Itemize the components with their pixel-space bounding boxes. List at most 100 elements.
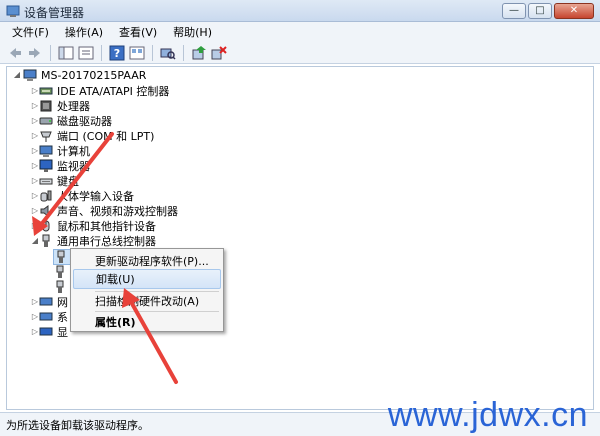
speaker-icon bbox=[40, 205, 49, 217]
expand-arrow-icon[interactable]: ▷ bbox=[31, 192, 39, 200]
help-icon: ? bbox=[109, 45, 125, 60]
tree-root-label: MS-20170215PAAR bbox=[41, 68, 147, 82]
title-bar: 设备管理器 — □ ✕ bbox=[0, 0, 600, 22]
menu-help[interactable]: 帮助(H) bbox=[165, 24, 220, 40]
device-tree[interactable]: ◢ MS-20170215PAAR ▷ IDE ATA/ATAPI 控制器 ▷ … bbox=[6, 66, 594, 410]
tree-item-label: 磁盘驱动器 bbox=[57, 115, 112, 128]
menu-item-scan-hardware[interactable]: 扫描检测硬件改动(A) bbox=[73, 291, 221, 311]
expand-arrow-icon[interactable]: ▷ bbox=[31, 313, 39, 321]
tree-item-ports[interactable]: 端口 (COM 和 LPT) bbox=[39, 128, 154, 144]
menu-item-properties[interactable]: 属性(R) bbox=[73, 312, 221, 332]
menu-item-uninstall[interactable]: 卸载(U) bbox=[73, 269, 221, 289]
network-icon bbox=[39, 297, 53, 306]
tree-item-ide[interactable]: IDE ATA/ATAPI 控制器 bbox=[39, 83, 169, 99]
menu-bar: 文件(F) 操作(A) 查看(V) 帮助(H) bbox=[0, 22, 600, 42]
tree-item-label: 人体学输入设备 bbox=[57, 190, 134, 203]
close-button[interactable]: ✕ bbox=[554, 3, 594, 19]
keyboard-icon bbox=[39, 178, 53, 185]
device-manager-icon bbox=[6, 5, 20, 17]
expand-arrow-icon[interactable]: ▷ bbox=[31, 328, 39, 336]
tree-item-label: 网 bbox=[57, 296, 68, 309]
expand-arrow-icon[interactable]: ▷ bbox=[31, 162, 39, 170]
tree-item-label: 鼠标和其他指针设备 bbox=[57, 220, 156, 233]
expand-arrow-icon[interactable]: ▷ bbox=[31, 298, 39, 306]
tree-item-label: 声音、视频和游戏控制器 bbox=[57, 205, 178, 218]
menu-item-label: 卸载(U) bbox=[96, 273, 135, 286]
tree-item-label: 通用串行总线控制器 bbox=[57, 235, 156, 248]
port-icon bbox=[40, 131, 52, 142]
menu-file[interactable]: 文件(F) bbox=[4, 24, 57, 40]
maximize-button[interactable]: □ bbox=[528, 3, 552, 19]
menu-item-label: 更新驱动程序软件(P)... bbox=[95, 255, 209, 268]
forward-button[interactable] bbox=[26, 44, 44, 62]
expand-arrow-icon[interactable]: ▷ bbox=[31, 102, 39, 110]
expand-arrow-icon[interactable]: ▷ bbox=[31, 177, 39, 185]
scan-hardware-icon bbox=[160, 48, 176, 60]
expand-arrow-icon[interactable]: ▷ bbox=[31, 222, 39, 230]
usb-device-icon bbox=[56, 265, 64, 278]
expand-arrow-icon[interactable]: ▷ bbox=[31, 117, 39, 125]
view-button[interactable] bbox=[128, 44, 146, 62]
expand-arrow-icon[interactable]: ▷ bbox=[31, 87, 39, 95]
tree-item-label: 计算机 bbox=[57, 145, 90, 158]
menu-item-update-driver[interactable]: 更新驱动程序软件(P)... bbox=[73, 251, 221, 271]
tree-item-label: IDE ATA/ATAPI 控制器 bbox=[57, 85, 170, 98]
update-driver-button[interactable] bbox=[190, 44, 208, 62]
computer-icon bbox=[39, 145, 53, 157]
minimize-button[interactable]: — bbox=[502, 3, 526, 19]
expand-arrow-icon[interactable]: ▷ bbox=[31, 207, 39, 215]
collapse-arrow-icon[interactable]: ◢ bbox=[13, 71, 21, 79]
tree-item-label: 系 bbox=[57, 311, 68, 324]
tree-item-display[interactable]: 显 bbox=[39, 324, 68, 340]
console-tree-icon bbox=[58, 46, 74, 59]
tree-item-disk[interactable]: 磁盘驱动器 bbox=[39, 113, 112, 129]
monitor-icon bbox=[39, 159, 53, 172]
usb-icon bbox=[42, 234, 50, 247]
back-button[interactable] bbox=[6, 44, 24, 62]
show-hide-tree-button[interactable] bbox=[57, 44, 75, 62]
help-button[interactable]: ? bbox=[108, 44, 126, 62]
expand-arrow-icon[interactable]: ▷ bbox=[31, 147, 39, 155]
collapse-arrow-icon[interactable]: ◢ bbox=[31, 237, 39, 245]
back-arrow-icon bbox=[10, 47, 21, 58]
computer-icon bbox=[23, 69, 37, 81]
minimize-icon: — bbox=[509, 5, 519, 16]
toolbar: ? bbox=[0, 42, 600, 64]
mouse-icon bbox=[42, 220, 50, 232]
system-icon bbox=[39, 312, 53, 321]
tree-item-monitor[interactable]: 监视器 bbox=[39, 158, 90, 174]
tree-item-mouse[interactable]: 鼠标和其他指针设备 bbox=[39, 218, 156, 234]
tree-item-processor[interactable]: 处理器 bbox=[39, 98, 90, 114]
tree-item-usb-device[interactable] bbox=[53, 279, 71, 295]
view-details-icon bbox=[129, 46, 145, 59]
tree-item-label: 键盘 bbox=[57, 175, 79, 188]
toolbar-separator bbox=[152, 44, 153, 61]
tree-root[interactable]: MS-20170215PAAR bbox=[23, 67, 146, 83]
uninstall-button[interactable] bbox=[210, 44, 228, 62]
scan-hardware-button[interactable] bbox=[159, 44, 177, 62]
tree-item-label: 显 bbox=[57, 326, 68, 339]
expand-arrow-icon[interactable]: ▷ bbox=[31, 132, 39, 140]
close-icon: ✕ bbox=[569, 5, 579, 16]
tree-item-label: 端口 (COM 和 LPT) bbox=[57, 130, 155, 143]
toolbar-separator bbox=[183, 44, 184, 61]
properties-list-icon bbox=[78, 46, 94, 59]
toolbar-separator bbox=[50, 44, 51, 61]
menu-action[interactable]: 操作(A) bbox=[57, 24, 111, 40]
maximize-icon: □ bbox=[535, 5, 545, 16]
tree-item-computer[interactable]: 计算机 bbox=[39, 143, 90, 159]
tree-item-sound[interactable]: 声音、视频和游戏控制器 bbox=[39, 203, 178, 219]
tree-item-usb-device[interactable] bbox=[53, 264, 71, 280]
usb-device-icon bbox=[56, 280, 64, 293]
tree-item-label: 监视器 bbox=[57, 160, 90, 173]
tree-item-keyboard[interactable]: 键盘 bbox=[39, 173, 79, 189]
window-title: 设备管理器 bbox=[24, 6, 85, 20]
update-driver-icon bbox=[192, 45, 206, 59]
tree-item-network[interactable]: 网 bbox=[39, 294, 68, 310]
properties-list-button[interactable] bbox=[77, 44, 95, 62]
disk-drive-icon bbox=[39, 117, 53, 125]
tree-item-usb[interactable]: 通用串行总线控制器 bbox=[39, 233, 156, 249]
tree-item-hid[interactable]: 人体学输入设备 bbox=[39, 188, 134, 204]
tree-item-system[interactable]: 系 bbox=[39, 309, 68, 325]
menu-view[interactable]: 查看(V) bbox=[111, 24, 165, 40]
